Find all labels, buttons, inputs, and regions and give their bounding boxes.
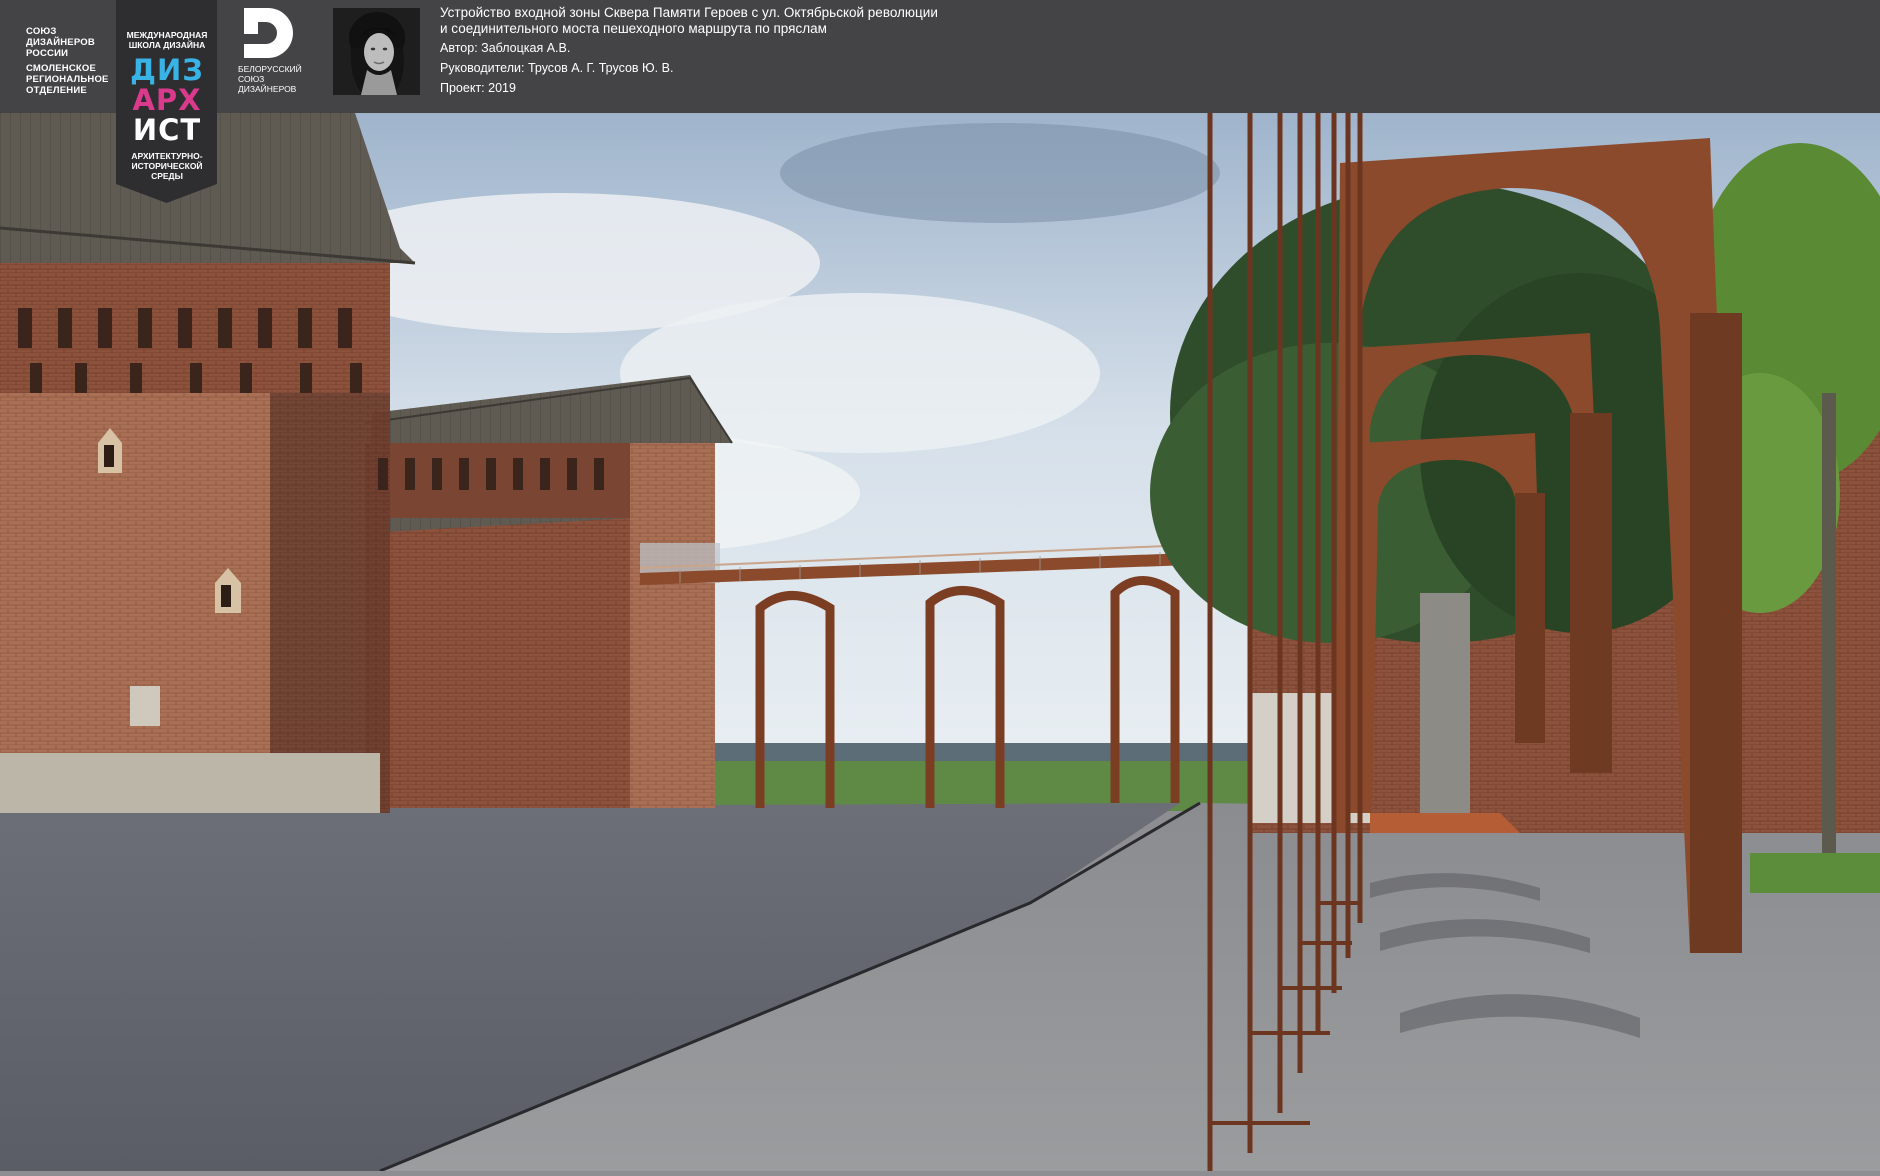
partner-logo-label: Белорусский союз дизайнеров: [238, 64, 302, 94]
architectural-render: [0, 113, 1880, 1173]
author-portrait: [333, 8, 420, 95]
project-info: Устройство входной зоны Сквера Памяти Ге…: [440, 5, 938, 96]
school-badge: Международная школа дизайна ДИЗ АРХ ИСТ …: [116, 0, 217, 203]
project-year-line: Проект: 2019: [440, 81, 516, 95]
badge-word-diz: ДИЗ: [130, 53, 204, 87]
project-title-line-1: Устройство входной зоны Сквера Памяти Ге…: [440, 5, 938, 20]
author-line: Автор: Заблоцкая А.В.: [440, 41, 571, 55]
badge-top-text: Международная школа дизайна: [126, 30, 208, 50]
poster-header: Союз дизайнеров России Смоленское регион…: [0, 0, 1880, 113]
badge-word-ist: ИСТ: [132, 113, 202, 147]
org-label: Союз дизайнеров России Смоленское регион…: [26, 26, 109, 96]
project-title-line-2: и соединительного моста пешеходного марш…: [440, 20, 827, 36]
supervisors-line: Руководители: Трусов А. Г. Трусов Ю. В.: [440, 61, 674, 75]
render-visualization-icon: [0, 113, 1880, 1173]
badge-bottom-text: Архитектурно- исторической среды: [131, 151, 203, 181]
badge-word-arh: АРХ: [132, 83, 202, 117]
